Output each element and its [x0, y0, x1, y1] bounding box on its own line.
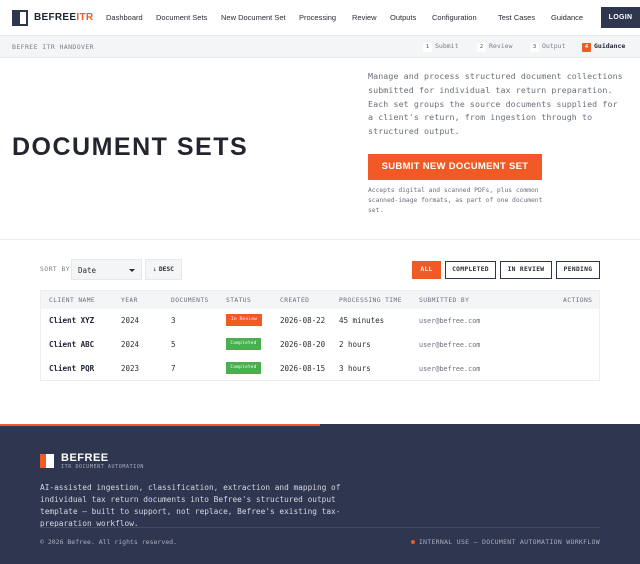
brand-logo[interactable]: BEFREEITR [34, 12, 93, 23]
footer-logo-icon [40, 454, 54, 468]
cell-submitted-by: user@befree.com [419, 341, 481, 349]
status-badge: Completed [226, 338, 261, 350]
column-header-submitted-by[interactable]: SUBMITTED BY [419, 297, 469, 304]
section-divider [0, 239, 640, 240]
footer-tagline: ITR DOCUMENT AUTOMATION [61, 464, 145, 470]
step-number: 3 [530, 43, 539, 52]
cell-client-name: Client XYZ [49, 316, 95, 325]
column-header-documents[interactable]: DOCUMENTS [171, 297, 209, 304]
cell-created: 2026-08-15 [280, 364, 326, 373]
cell-client-name: Client ABC [49, 340, 95, 349]
step-review[interactable]: 2 Review [477, 42, 512, 52]
footer-accent-line [0, 424, 320, 426]
nav-link-review[interactable]: Review [352, 13, 377, 22]
login-button[interactable]: LOGIN [601, 7, 640, 28]
sort-order-label: DESC [158, 266, 174, 273]
footer-copyright: © 2026 Befree. All rights reserved. [40, 538, 177, 546]
column-header-processing-time[interactable]: PROCESSING TIME [339, 297, 402, 304]
column-header-year[interactable]: YEAR [121, 297, 138, 304]
cell-year: 2024 [121, 316, 140, 325]
table-row[interactable]: Client PQR 2023 7 Completed 2026-08-15 3… [41, 356, 599, 380]
cell-submitted-by: user@befree.com [419, 365, 481, 373]
cell-created: 2026-08-22 [280, 316, 326, 325]
filter-all-button[interactable]: ALL [412, 261, 441, 279]
status-badge: Completed [226, 362, 261, 374]
nav-link-guidance[interactable]: Guidance [551, 13, 583, 22]
sort-order-button[interactable]: ↓ DESC [145, 259, 182, 280]
column-header-actions: ACTIONS [563, 297, 593, 304]
top-navigation: BEFREEITR Dashboard Document Sets New Do… [0, 0, 640, 36]
step-output[interactable]: 3 Output [530, 42, 565, 52]
nav-link-test-cases[interactable]: Test Cases [498, 13, 535, 22]
nav-link-new-document-set[interactable]: New Document Set [221, 13, 286, 22]
footer: BEFREE ITR DOCUMENT AUTOMATION AI-assist… [0, 424, 640, 564]
footer-brand: BEFREE [61, 452, 109, 464]
step-number: 4 [582, 43, 591, 52]
column-header-status[interactable]: STATUS [226, 297, 251, 304]
footer-description: AI-assisted ingestion, classification, e… [40, 483, 341, 528]
status-dot-icon [410, 540, 415, 544]
step-number: 2 [477, 43, 486, 52]
page-description: Manage and process structured document c… [368, 71, 623, 137]
page-title: DOCUMENT SETS [12, 133, 249, 161]
cell-submitted-by: user@befree.com [419, 317, 481, 325]
step-label: Guidance [594, 42, 626, 50]
footer-divider [40, 527, 600, 528]
table-row[interactable]: Client XYZ 2024 3 In Review 2026-08-22 4… [41, 308, 599, 332]
nav-link-dashboard[interactable]: Dashboard [106, 13, 143, 22]
step-guidance[interactable]: 4 Guidance [582, 42, 625, 52]
cell-year: 2023 [121, 364, 140, 373]
table-row[interactable]: Client ABC 2024 5 Completed 2026-08-20 2… [41, 332, 599, 356]
cell-client-name: Client PQR [49, 364, 95, 373]
status-badge: In Review [226, 314, 262, 326]
filter-completed-button[interactable]: COMPLETED [445, 261, 496, 279]
cell-processing-time: 45 minutes [339, 316, 385, 325]
submit-new-document-set-button[interactable]: SUBMIT NEW DOCUMENT SET [368, 154, 542, 180]
filter-pending-button[interactable]: PENDING [556, 261, 600, 279]
nav-link-outputs[interactable]: Outputs [390, 13, 416, 22]
brand-accent: ITR [76, 12, 94, 23]
table-header: CLIENT NAME YEAR DOCUMENTS STATUS CREATE… [41, 291, 599, 309]
cell-documents: 3 [171, 316, 176, 325]
filter-in-review-button[interactable]: IN REVIEW [500, 261, 552, 279]
step-label: Submit [435, 42, 459, 50]
cell-processing-time: 3 hours [339, 364, 371, 373]
arrow-down-icon: ↓ [153, 266, 157, 273]
nav-link-configuration[interactable]: Configuration [432, 13, 477, 22]
cell-processing-time: 2 hours [339, 340, 371, 349]
chevron-down-icon [129, 269, 135, 272]
cell-year: 2024 [121, 340, 140, 349]
step-label: Review [489, 42, 513, 50]
footer-internal-note: INTERNAL USE — DOCUMENT AUTOMATION WORKF… [410, 538, 600, 546]
cell-documents: 7 [171, 364, 176, 373]
column-header-client-name[interactable]: CLIENT NAME [49, 297, 95, 304]
logo-icon[interactable] [12, 10, 28, 26]
document-sets-table: CLIENT NAME YEAR DOCUMENTS STATUS CREATE… [40, 290, 600, 381]
step-label: Output [542, 42, 566, 50]
sort-select[interactable]: Date [71, 259, 142, 280]
nav-link-processing[interactable]: Processing [299, 13, 336, 22]
submit-note: Accepts digital and scanned PDFs, plus c… [368, 187, 543, 214]
brand-main: BEFREE [34, 12, 77, 23]
handover-title: BEFREE ITR HANDOVER [12, 43, 94, 51]
nav-link-document-sets[interactable]: Document Sets [156, 13, 207, 22]
step-number: 1 [423, 43, 432, 52]
sort-by-label: SORT BY [40, 266, 71, 273]
footer-internal-label: INTERNAL USE — DOCUMENT AUTOMATION WORKF… [418, 538, 600, 546]
step-submit[interactable]: 1 Submit [423, 42, 458, 52]
sort-select-value: Date [78, 266, 97, 275]
cell-documents: 5 [171, 340, 176, 349]
cell-created: 2026-08-20 [280, 340, 326, 349]
handover-bar: BEFREE ITR HANDOVER 1 Submit 2 Review 3 Out… [0, 36, 640, 58]
column-header-created[interactable]: CREATED [280, 297, 309, 304]
